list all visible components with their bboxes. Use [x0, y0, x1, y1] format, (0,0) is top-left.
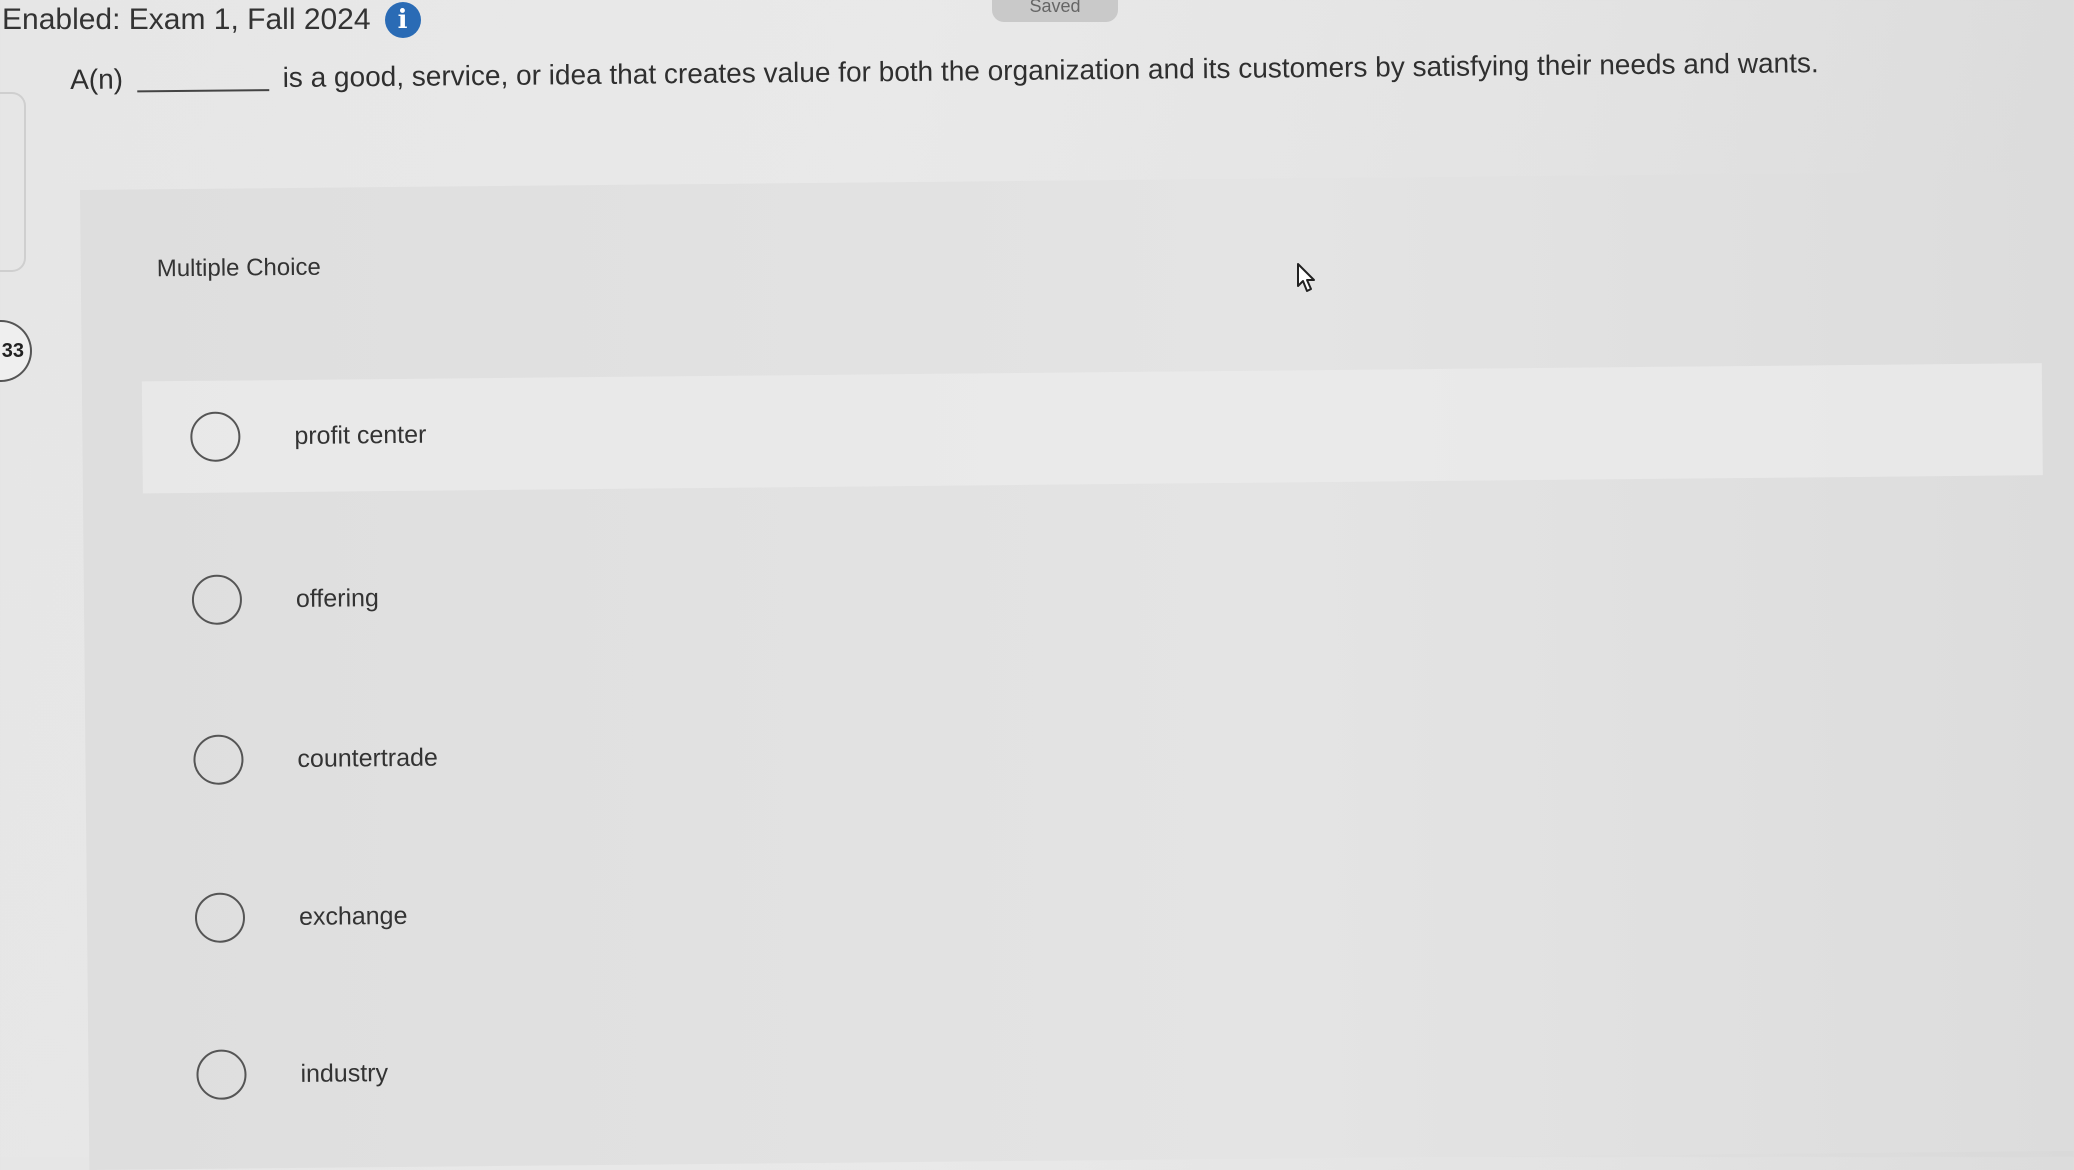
assignment-title: Enabled: Exam 1, Fall 2024 i	[2, 2, 421, 38]
choice-label: countertrade	[297, 743, 438, 773]
answer-panel: Multiple Choice profit center offering c…	[80, 170, 2074, 1170]
prompt-after-blank: is a good, service, or idea that creates…	[282, 47, 1819, 93]
choice-option-countertrade[interactable]: countertrade	[145, 686, 2046, 816]
top-bar: Enabled: Exam 1, Fall 2024 i Saved	[0, 0, 2074, 48]
info-icon[interactable]: i	[384, 2, 421, 38]
radio-button[interactable]	[194, 892, 246, 943]
choice-label: offering	[295, 583, 379, 613]
mouse-cursor-icon	[1297, 263, 1315, 292]
choice-label: industry	[300, 1058, 389, 1088]
radio-button[interactable]	[196, 1049, 247, 1100]
saved-status-badge: Saved	[992, 0, 1118, 22]
question-number-badge[interactable]: 33	[0, 320, 32, 382]
question-prompt: A(n) is a good, service, or idea that cr…	[70, 47, 1870, 96]
radio-button[interactable]	[190, 411, 241, 462]
prompt-before-blank: A(n)	[70, 63, 124, 95]
assignment-title-text: Enabled: Exam 1, Fall 2024	[2, 3, 371, 36]
choice-label: profit center	[294, 420, 427, 450]
radio-button[interactable]	[193, 734, 244, 785]
choice-option-industry[interactable]: industry	[148, 1001, 2049, 1131]
choice-option-offering[interactable]: offering	[143, 526, 2044, 656]
radio-button[interactable]	[191, 574, 243, 625]
left-panel-edge	[0, 92, 26, 272]
choice-label: exchange	[298, 901, 408, 931]
choice-option-profit-center[interactable]: profit center	[141, 363, 2043, 494]
question-type-label: Multiple Choice	[156, 253, 321, 283]
choice-option-exchange[interactable]: exchange	[146, 844, 2047, 974]
answer-blank	[136, 89, 269, 93]
